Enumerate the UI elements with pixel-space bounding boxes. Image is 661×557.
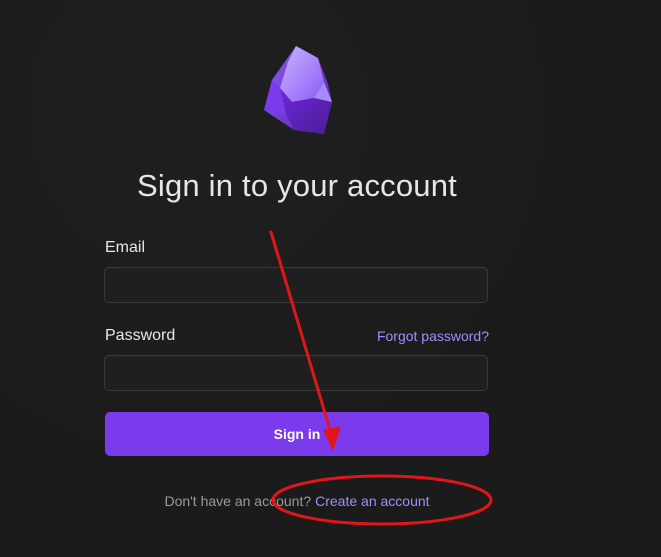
- page-title: Sign in to your account: [137, 168, 457, 203]
- signup-prompt-row: Don't have an account? Create an account: [0, 493, 594, 509]
- signup-prompt-text: Don't have an account?: [164, 493, 312, 509]
- password-label: Password: [105, 327, 176, 344]
- forgot-password-link[interactable]: Forgot password?: [377, 328, 489, 344]
- email-input[interactable]: [104, 267, 488, 303]
- annotation-arrow-line: [269, 230, 335, 442]
- sign-in-button[interactable]: Sign in: [105, 412, 489, 456]
- email-label: Email: [105, 239, 146, 256]
- obsidian-logo-icon: [264, 46, 332, 134]
- create-account-link[interactable]: Create an account: [315, 493, 429, 509]
- sign-in-page: Sign in to your account Email Password F…: [0, 0, 661, 557]
- password-input[interactable]: [104, 355, 488, 391]
